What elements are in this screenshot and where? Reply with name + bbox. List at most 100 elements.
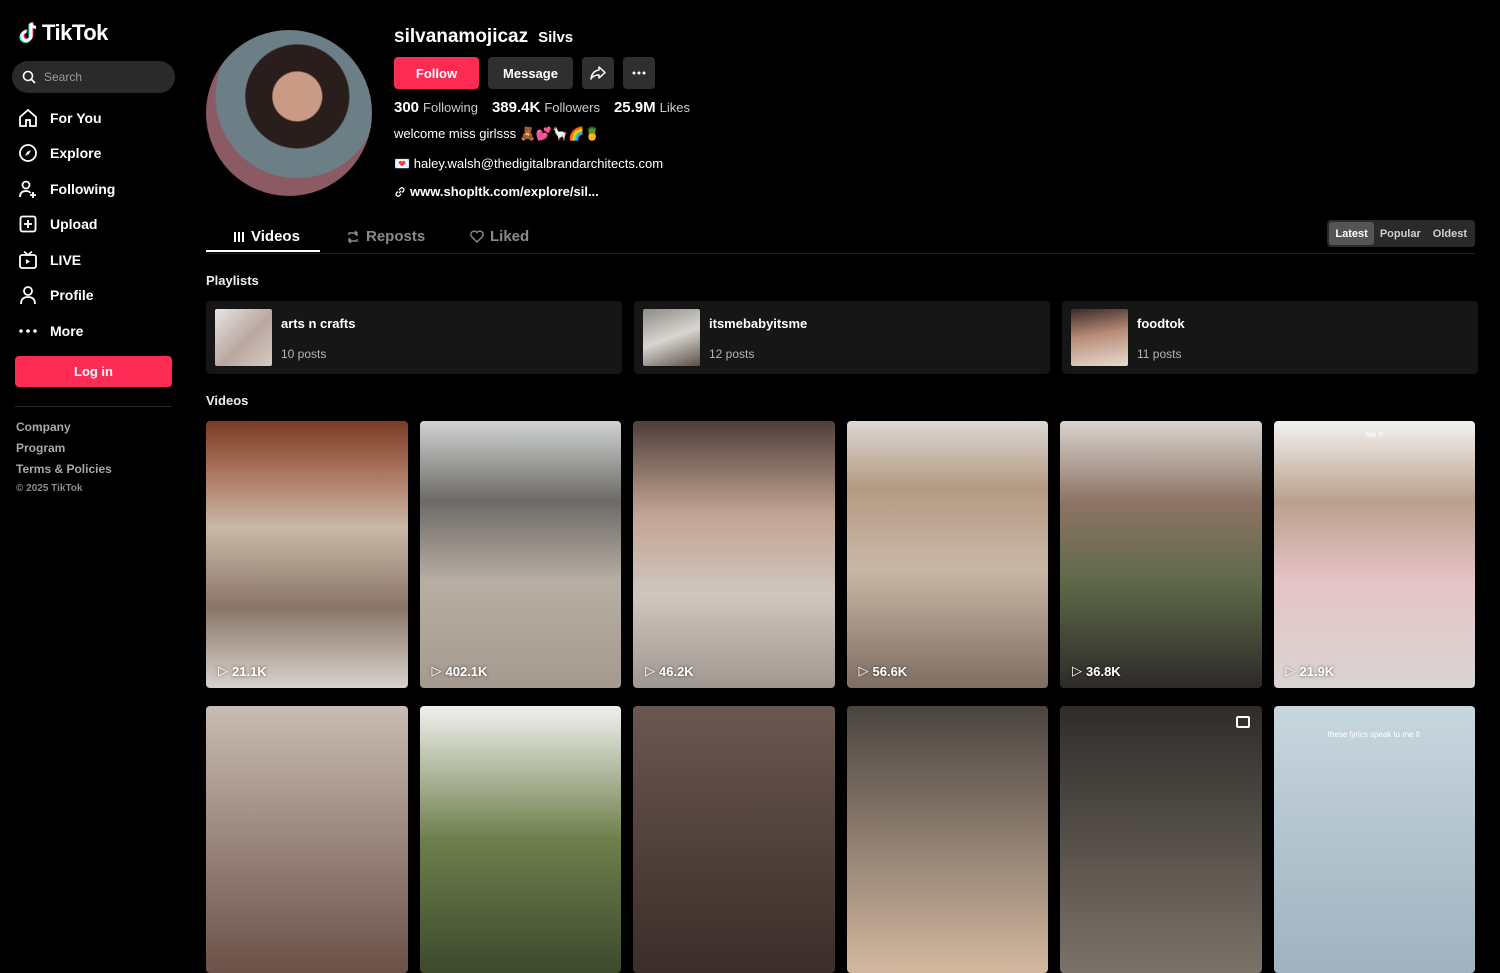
tabs-divider <box>206 253 1475 254</box>
footer-link-terms[interactable]: Terms & Policies <box>16 462 112 483</box>
profile-link[interactable]: www.shopltk.com/explore/sil... <box>394 184 690 199</box>
more-options-button[interactable] <box>623 57 655 89</box>
sort-oldest[interactable]: Oldest <box>1427 222 1473 245</box>
play-icon: ▷ <box>1072 663 1082 678</box>
sidebar-item-profile[interactable]: Profile <box>16 278 176 314</box>
playlist-thumbnail <box>215 309 272 366</box>
playlists-row: arts n crafts 10 posts itsmebabyitsme 12… <box>206 301 1478 374</box>
following-icon <box>16 177 40 201</box>
heart-icon <box>470 230 484 243</box>
sort-popular[interactable]: Popular <box>1374 222 1427 245</box>
video-views: ▷ 46.2K <box>645 663 694 679</box>
stat-following[interactable]: 300 Following <box>394 99 478 116</box>
video-thumbnail[interactable] <box>846 706 1048 973</box>
video-thumbnail[interactable] <box>633 706 835 973</box>
login-button[interactable]: Log in <box>15 356 172 387</box>
view-count: 56.6K <box>872 663 908 679</box>
message-button[interactable]: Message <box>488 57 573 89</box>
home-icon <box>16 106 40 130</box>
playlist-card[interactable]: arts n crafts 10 posts <box>206 301 622 374</box>
share-button[interactable] <box>582 57 614 89</box>
profile-info: silvanamojicaz Silvs Follow Message 300 F… <box>394 26 690 199</box>
video-thumbnail[interactable]: Me fr ▷ 21.9K <box>1273 421 1475 688</box>
play-icon: ▷ <box>1285 663 1296 678</box>
ellipsis-icon <box>632 71 646 75</box>
play-icon: ▷ <box>431 663 442 678</box>
playlist-name: foodtok <box>1137 316 1185 331</box>
video-thumbnail[interactable] <box>1060 706 1262 973</box>
view-count: 21.1K <box>232 663 267 679</box>
profile-link-text: www.shopltk.com/explore/sil... <box>410 184 599 199</box>
profile-name-row: silvanamojicaz Silvs <box>394 26 690 50</box>
view-count: 36.8K <box>1086 663 1121 679</box>
profile-avatar <box>206 30 372 196</box>
video-views: ▷ 56.6K <box>859 663 908 679</box>
sidebar-item-for-you[interactable]: For You <box>16 100 176 136</box>
sidebar-item-label: Following <box>50 180 116 197</box>
footer-link-program[interactable]: Program <box>16 441 112 462</box>
stat-label: Followers <box>544 100 600 115</box>
stat-value: 25.9M <box>613 99 656 116</box>
video-views: ▷ 402.1K <box>432 663 488 679</box>
link-icon <box>395 186 405 197</box>
tab-label: Reposts <box>366 228 426 245</box>
video-views: ▷ 36.8K <box>1072 663 1121 679</box>
sidebar-item-upload[interactable]: Upload <box>16 207 176 243</box>
tab-reposts[interactable]: Reposts <box>346 220 425 253</box>
sidebar-divider <box>15 406 172 407</box>
copyright: © 2025 TikTok <box>16 483 83 494</box>
view-count: 21.9K <box>1299 663 1335 679</box>
tiktok-logo[interactable]: TikTok <box>18 20 108 46</box>
playlist-card[interactable]: foodtok 11 posts <box>1062 301 1478 374</box>
search-input[interactable] <box>44 70 164 84</box>
photo-carousel-icon <box>1235 716 1250 728</box>
video-views: ▷ 21.1K <box>218 663 267 679</box>
sort-latest[interactable]: Latest <box>1329 222 1374 245</box>
sidebar-item-following[interactable]: Following <box>16 171 176 207</box>
sidebar-item-live[interactable]: LIVE <box>16 242 176 278</box>
tab-active-underline <box>206 250 320 252</box>
profile-icon <box>16 283 40 307</box>
playlist-name: arts n crafts <box>281 316 356 331</box>
footer-link-company[interactable]: Company <box>16 420 112 441</box>
stat-label: Following <box>423 100 478 115</box>
videos-title: Videos <box>206 393 249 408</box>
search-box[interactable] <box>12 61 175 93</box>
playlist-card[interactable]: itsmebabyitsme 12 posts <box>634 301 1050 374</box>
video-thumbnail[interactable]: these lyrics speak to me fr <box>1273 706 1475 973</box>
tab-liked[interactable]: Liked <box>470 220 529 253</box>
tab-videos[interactable]: Videos <box>233 220 300 253</box>
video-grid: ▷ 21.1K ▷ 402.1K ▷ 46.2K ▷ 56.6K ▷ 36.8K Me f… <box>206 421 1475 973</box>
view-count: 402.1K <box>445 663 488 679</box>
playlist-count: 11 posts <box>1137 347 1182 361</box>
follow-button[interactable]: Follow <box>394 57 479 89</box>
play-icon: ▷ <box>218 663 228 678</box>
playlist-count: 10 posts <box>281 347 327 361</box>
sidebar: TikTok For You Explore Following <box>0 0 188 756</box>
sidebar-footer: Company Program Terms & Policies © 2025 … <box>16 420 112 494</box>
search-icon <box>22 70 36 84</box>
sidebar-item-more[interactable]: More <box>16 313 176 349</box>
more-icon <box>16 319 40 343</box>
sidebar-nav: For You Explore Following Upload LIVE Pr… <box>16 100 176 349</box>
sidebar-item-explore[interactable]: Explore <box>16 136 176 172</box>
view-count: 46.2K <box>659 663 694 679</box>
playlist-thumbnail <box>1071 309 1128 366</box>
video-thumbnail[interactable]: ▷ 21.1K <box>206 421 408 688</box>
profile-bio: welcome miss girlsss 🧸💕🦙🌈🍍 <box>394 126 601 141</box>
video-thumbnail[interactable]: ▷ 36.8K <box>1060 421 1262 688</box>
profile-tabs: Videos Reposts Liked Latest Popular Olde… <box>206 220 1475 254</box>
video-thumbnail[interactable] <box>206 706 408 973</box>
video-overlay-text: these lyrics speak to me fr <box>1327 730 1421 739</box>
video-thumbnail[interactable] <box>419 706 621 973</box>
video-thumbnail[interactable]: ▷ 56.6K <box>846 421 1048 688</box>
sort-toggle: Latest Popular Oldest <box>1327 220 1475 247</box>
sidebar-item-label: LIVE <box>50 251 82 268</box>
video-thumbnail[interactable]: ▷ 46.2K <box>633 421 835 688</box>
play-icon: ▷ <box>858 663 869 678</box>
stat-followers[interactable]: 389.4K Followers <box>492 99 600 116</box>
profile-nickname: Silvs <box>538 29 574 46</box>
sidebar-item-label: Profile <box>50 287 94 304</box>
video-thumbnail[interactable]: ▷ 402.1K <box>419 421 621 688</box>
play-icon: ▷ <box>645 663 655 678</box>
